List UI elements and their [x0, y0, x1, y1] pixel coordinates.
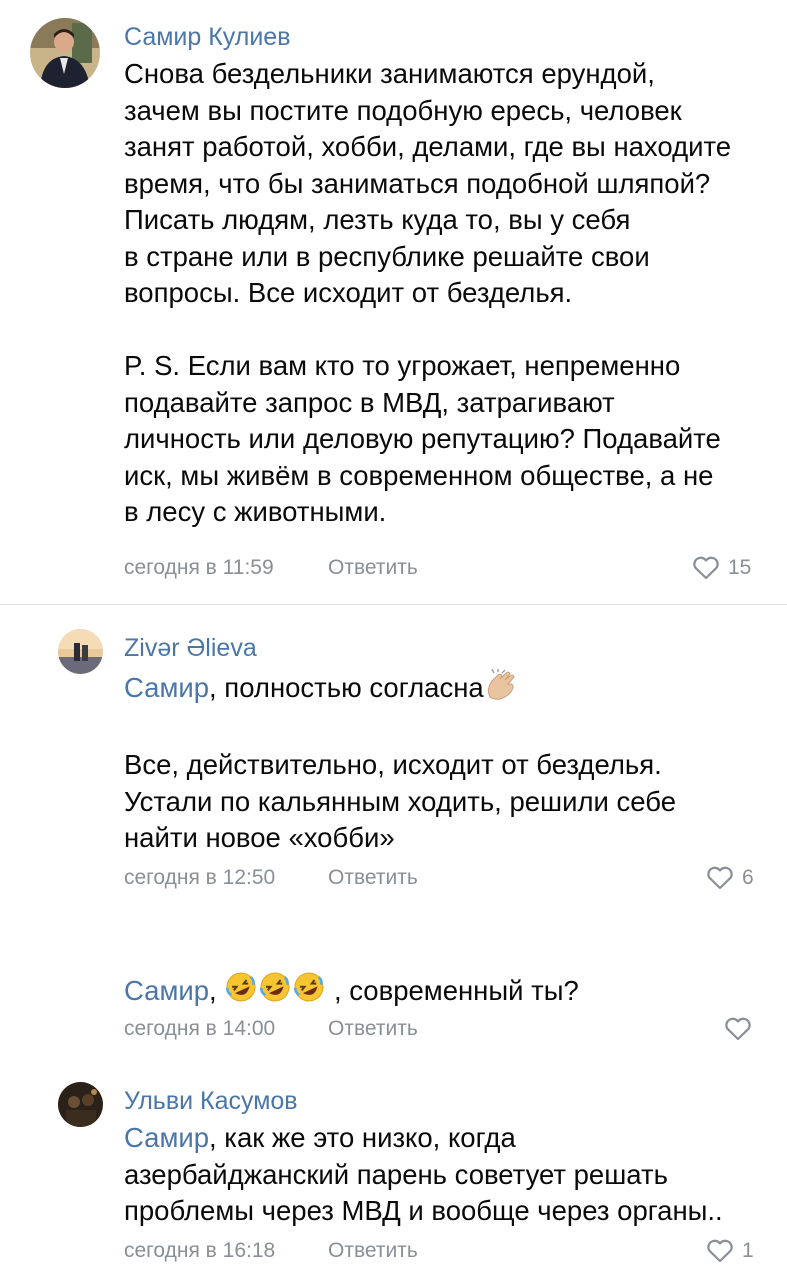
mention-link[interactable]: Самир — [124, 672, 209, 703]
comment-text: Самир, полностью согласна — [124, 668, 774, 711]
avatar[interactable] — [58, 629, 103, 674]
like-count: 6 — [742, 866, 754, 889]
comment-timestamp: сегодня в 11:59 — [124, 556, 274, 579]
like-button[interactable]: 6 — [706, 865, 754, 891]
comment-author[interactable]: Самир Кулиев — [124, 22, 291, 52]
rofl-face-icon — [258, 970, 292, 1014]
heart-icon — [724, 1017, 752, 1041]
comment-text-part: , современный ты? — [333, 975, 579, 1006]
comment-timestamp: сегодня в 12:50 — [124, 866, 276, 889]
reply-button[interactable]: Ответить — [328, 1238, 418, 1264]
mention-link[interactable]: Самир — [124, 975, 209, 1006]
like-count: 1 — [742, 1239, 754, 1262]
heart-icon — [692, 556, 720, 580]
heart-icon — [706, 866, 734, 890]
comment-text-part: , — [209, 975, 217, 1006]
comment-reply-rofl: Самир, , современный ты? сегодня в 14:00… — [0, 960, 787, 1060]
comment-text-part: , полностью согласна — [209, 672, 484, 703]
reply-button[interactable]: Ответить — [328, 1016, 418, 1042]
avatar[interactable] — [30, 18, 100, 88]
comment-text: Самир, , современный ты? — [124, 970, 774, 1014]
comment-zivar-alieva: Zivər Əlieva Самир, полностью согласна В… — [0, 605, 787, 905]
comment-samir-kuliev: Самир Кулиев Снова бездельники занимаютс… — [0, 0, 787, 600]
like-button[interactable] — [724, 1016, 760, 1042]
heart-icon — [706, 1239, 734, 1263]
comment-text-second-paragraph: Все, действительно, исходит от безделья.… — [124, 749, 676, 853]
comment-timestamp: сегодня в 16:18 — [124, 1239, 276, 1262]
like-count: 15 — [728, 556, 752, 579]
comment-author[interactable]: Ульви Касумов — [124, 1086, 298, 1116]
comment-text: Самир, как же это низко, когда азербайдж… — [124, 1120, 774, 1230]
clapping-hands-icon — [484, 668, 518, 711]
rofl-face-icon — [224, 970, 258, 1014]
rofl-face-icon — [292, 970, 326, 1014]
comment-timestamp: сегодня в 14:00 — [124, 1017, 276, 1040]
reply-button[interactable]: Ответить — [328, 555, 418, 581]
mention-link[interactable]: Самир — [124, 1122, 209, 1153]
reply-button[interactable]: Ответить — [328, 865, 418, 891]
like-button[interactable]: 15 — [692, 555, 751, 581]
avatar[interactable] — [58, 1082, 103, 1127]
comment-text: Снова бездельники занимаются ерундой, за… — [124, 58, 732, 527]
like-button[interactable]: 1 — [706, 1238, 754, 1264]
comment-ulvi-kasumov: Ульви Касумов Самир, как же это низко, к… — [0, 1072, 787, 1280]
comment-author[interactable]: Zivər Əlieva — [124, 633, 257, 663]
comment-text-part: , как же это низко, когда азербайджански… — [124, 1122, 723, 1226]
